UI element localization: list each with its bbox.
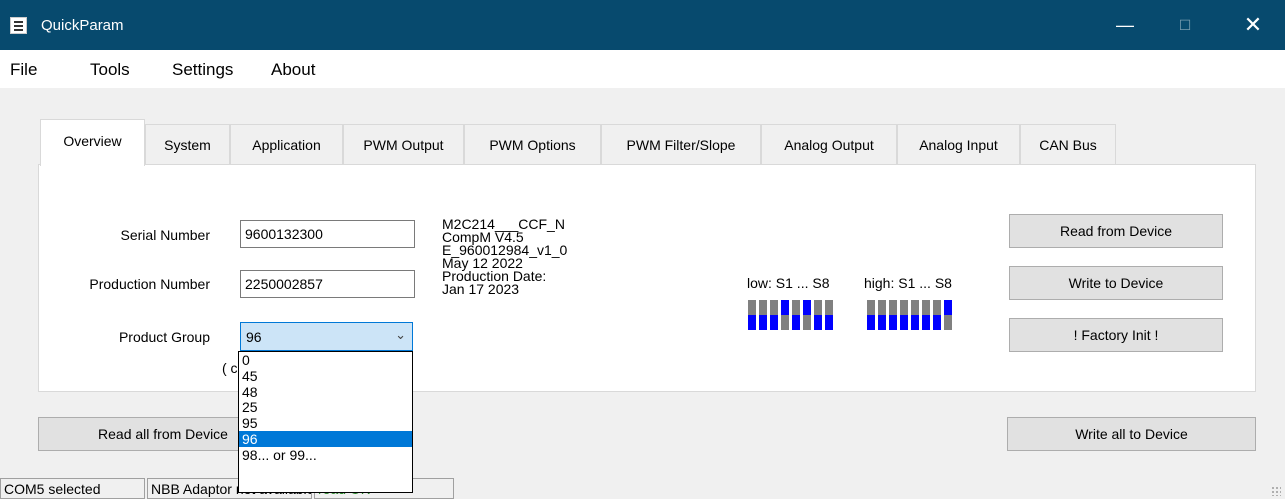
dip-switch-lower xyxy=(878,315,886,330)
menu-tools[interactable]: Tools xyxy=(90,60,130,80)
product-group-value: 96 xyxy=(246,329,262,345)
dip-switch-lower xyxy=(867,315,875,330)
dip-switch-lower xyxy=(759,315,767,330)
dropdown-option[interactable]: 0 xyxy=(239,352,412,368)
dip-switch xyxy=(878,300,886,330)
dip-switch-upper xyxy=(900,300,908,315)
dip-switch-lower xyxy=(900,315,908,330)
dip-switch-upper xyxy=(814,300,822,315)
tab-application[interactable]: Application xyxy=(230,124,343,164)
status-bar: COM5 selected NBB Adaptor not available … xyxy=(0,476,1285,499)
production-number-label: Production Number xyxy=(89,276,210,292)
tab-system[interactable]: System xyxy=(145,124,230,164)
menu-bar: File Tools Settings About xyxy=(0,50,1285,88)
dip-switch-upper xyxy=(889,300,897,315)
dip-switch-lower xyxy=(792,315,800,330)
dropdown-option[interactable]: 25 xyxy=(239,399,412,415)
dip-low-label: low: S1 ... S8 xyxy=(747,275,830,291)
dip-switch-upper xyxy=(911,300,919,315)
factory-init-button[interactable]: ! Factory Init ! xyxy=(1009,318,1223,352)
dip-switch-upper xyxy=(781,300,789,315)
product-group-label: Product Group xyxy=(118,329,210,345)
dip-switch xyxy=(792,300,800,330)
dip-switch-upper xyxy=(770,300,778,315)
dip-switch xyxy=(759,300,767,330)
dip-switch-lower xyxy=(781,315,789,330)
tab-analog-input[interactable]: Analog Input xyxy=(897,124,1020,164)
menu-settings[interactable]: Settings xyxy=(172,60,233,80)
dropdown-option[interactable]: 45 xyxy=(239,368,412,384)
dropdown-option[interactable]: 98... or 99... xyxy=(239,447,412,463)
dip-switch xyxy=(911,300,919,330)
menu-file[interactable]: File xyxy=(10,60,37,80)
app-icon xyxy=(10,17,27,34)
production-number-field[interactable]: 2250002857 xyxy=(240,270,415,298)
tab-pwm-output[interactable]: PWM Output xyxy=(343,124,464,164)
status-port: COM5 selected xyxy=(0,478,145,499)
dip-switch xyxy=(770,300,778,330)
dip-switch-lower xyxy=(770,315,778,330)
minimize-button[interactable]: — xyxy=(1110,12,1140,38)
dip-switch xyxy=(825,300,833,330)
dip-switch-upper xyxy=(825,300,833,315)
dip-switch xyxy=(900,300,908,330)
tab-analog-output[interactable]: Analog Output xyxy=(761,124,897,164)
dip-switch xyxy=(922,300,930,330)
dip-switch-lower xyxy=(922,315,930,330)
dropdown-option[interactable]: 48 xyxy=(239,384,412,400)
dip-switch-lower xyxy=(803,315,811,330)
maximize-button[interactable]: ☐ xyxy=(1170,12,1200,38)
product-group-dropdown: 0 45 48 25 95 96 98... or 99... xyxy=(238,351,413,493)
dip-switch-lower xyxy=(944,315,952,330)
dip-switch-upper xyxy=(792,300,800,315)
title-bar: QuickParam — ☐ ✕ xyxy=(0,0,1285,50)
serial-number-label: Serial Number xyxy=(120,227,210,243)
dip-switch-upper xyxy=(748,300,756,315)
dip-switch-lower xyxy=(911,315,919,330)
dip-switch-upper xyxy=(759,300,767,315)
product-group-select[interactable]: 96 ⌄ xyxy=(240,322,413,351)
dip-switch xyxy=(781,300,789,330)
resize-grip-icon[interactable] xyxy=(1271,486,1281,496)
dip-switch-upper xyxy=(944,300,952,315)
dip-switch-lower xyxy=(889,315,897,330)
dip-switch xyxy=(748,300,756,330)
dip-switch xyxy=(803,300,811,330)
dip-switch xyxy=(867,300,875,330)
dip-switch-upper xyxy=(878,300,886,315)
product-group-note: ( c xyxy=(222,360,238,376)
tab-can-bus[interactable]: CAN Bus xyxy=(1020,124,1116,164)
tab-pwm-filter-slope[interactable]: PWM Filter/Slope xyxy=(601,124,761,164)
dip-switch-upper xyxy=(922,300,930,315)
dip-switch xyxy=(889,300,897,330)
menu-about[interactable]: About xyxy=(271,60,315,80)
write-all-button[interactable]: Write all to Device xyxy=(1007,417,1256,451)
window-title: QuickParam xyxy=(41,17,124,34)
chevron-down-icon[interactable]: ⌄ xyxy=(395,327,406,343)
dip-switch-upper xyxy=(867,300,875,315)
read-from-device-button[interactable]: Read from Device xyxy=(1009,214,1223,248)
dip-switch-lower xyxy=(814,315,822,330)
dip-switch-lower xyxy=(825,315,833,330)
dip-switch-upper xyxy=(803,300,811,315)
dip-switch-upper xyxy=(933,300,941,315)
device-info: M2C214___CCF_N CompM V4.5 E_960012984_v1… xyxy=(442,217,567,297)
dropdown-option[interactable]: 95 xyxy=(239,415,412,431)
dip-switch xyxy=(933,300,941,330)
info-line: Jan 17 2023 xyxy=(442,281,520,297)
dip-switch-lower xyxy=(933,315,941,330)
serial-number-field[interactable]: 9600132300 xyxy=(240,220,415,248)
tab-pwm-options[interactable]: PWM Options xyxy=(464,124,601,164)
close-button[interactable]: ✕ xyxy=(1238,12,1268,38)
dropdown-option-selected[interactable]: 96 xyxy=(239,430,412,447)
tab-overview[interactable]: Overview xyxy=(40,119,145,166)
dip-switch xyxy=(814,300,822,330)
dip-switch-lower xyxy=(748,315,756,330)
write-to-device-button[interactable]: Write to Device xyxy=(1009,266,1223,300)
dip-switch xyxy=(944,300,952,330)
dip-high-label: high: S1 ... S8 xyxy=(864,275,952,291)
